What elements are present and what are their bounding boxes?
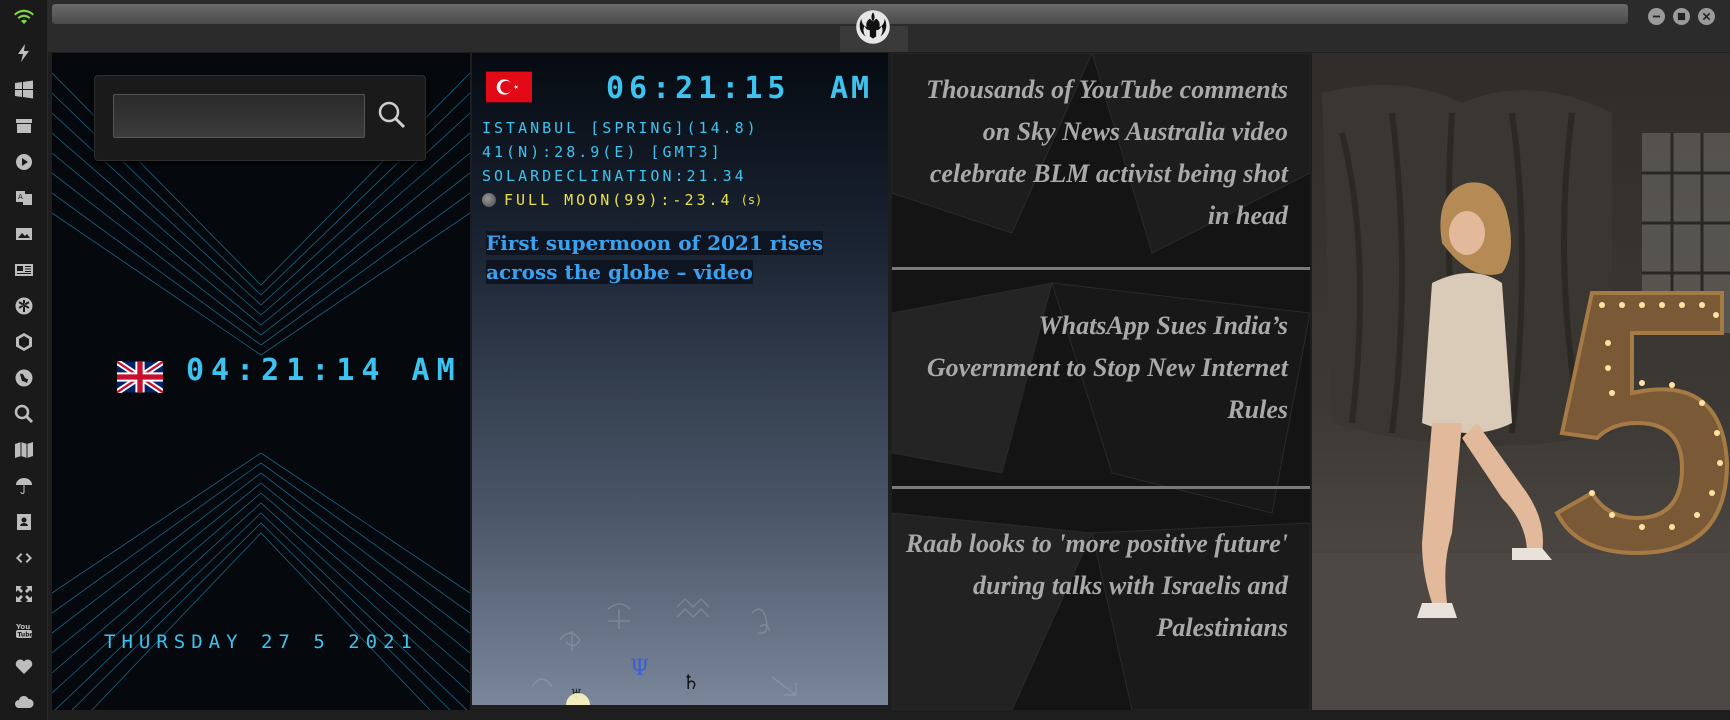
moon-phase-text: FULL MOON(99):-23.4 (504, 191, 733, 209)
photo-panel[interactable] (1312, 53, 1730, 710)
location-line: ISTANBUL [SPRING](14.8) (482, 119, 759, 137)
code-icon[interactable] (12, 546, 36, 570)
news-item-3[interactable]: Raab looks to 'more positive future' dur… (902, 523, 1288, 649)
news-panel: Thousands of YouTube comments on Sky New… (892, 53, 1310, 710)
youtube-icon[interactable]: You Tube (12, 618, 36, 642)
close-icon (1702, 12, 1711, 21)
close-button[interactable] (1698, 8, 1715, 25)
minimize-button[interactable] (1648, 8, 1665, 25)
moon-icon (482, 193, 496, 207)
moon-phase-line: FULL MOON(99):-23.4 (s) (482, 191, 762, 209)
uk-clock-panel: 04:21:14 AM THURSDAY 27 5 2021 (52, 53, 470, 710)
lightning-icon[interactable] (12, 41, 36, 65)
news-item-2[interactable]: WhatsApp Sues India’s Government to Stop… (902, 305, 1288, 431)
coordinates-line: 41(N):28.9(E) [GMT3] (482, 143, 723, 161)
uk-flag-icon (117, 361, 163, 393)
zodiac-arc-art: Ψ ♄ ♅ (531, 597, 797, 705)
uk-time: 04:21:14 AM (186, 353, 462, 388)
istanbul-clock-panel: 06:21:15 AM ISTANBUL [SPRING](14.8) 41(N… (472, 53, 888, 705)
istanbul-ampm: AM (830, 71, 873, 106)
svg-text:You: You (15, 623, 30, 631)
map-icon[interactable] (12, 438, 36, 462)
wifi-icon[interactable] (12, 6, 36, 30)
image-icon[interactable] (12, 222, 36, 246)
umbrella-icon[interactable] (12, 474, 36, 498)
heart-icon[interactable] (12, 654, 36, 678)
news-icon[interactable] (12, 258, 36, 282)
windows-icon[interactable] (12, 78, 36, 102)
translate-icon[interactable]: A (12, 186, 36, 210)
play-icon[interactable] (12, 150, 36, 174)
search-input[interactable] (113, 94, 365, 138)
hexagon-icon[interactable] (12, 330, 36, 354)
moon-headline-link[interactable]: First supermoon of 2021 rises across the… (486, 229, 856, 287)
news-divider (892, 486, 1310, 489)
moon-phase-suffix: (s) (740, 193, 763, 207)
contacts-icon[interactable] (12, 510, 36, 534)
desktop-widget-window: A You Tube 04:21:14 AM THURSDAY 27 5 202… (0, 0, 1730, 720)
neptune-symbol: Ψ (630, 656, 649, 681)
archive-icon[interactable] (12, 114, 36, 138)
maximize-icon (1677, 12, 1686, 21)
cloud-icon[interactable] (12, 690, 36, 714)
news-item-1[interactable]: Thousands of YouTube comments on Sky New… (902, 69, 1288, 237)
title-bar[interactable] (48, 0, 1730, 52)
expand-icon[interactable] (12, 582, 36, 606)
globe-icon[interactable] (12, 366, 36, 390)
solar-declination-line: SOLARDECLINATION:21.34 (482, 167, 747, 185)
title-drag-track[interactable] (52, 4, 1628, 24)
fashion-photo (1312, 85, 1730, 710)
search-icon[interactable] (12, 402, 36, 426)
minimize-icon (1652, 15, 1661, 18)
search-icon[interactable] (377, 100, 407, 130)
rebel-alliance-logo-icon[interactable] (852, 6, 894, 48)
asterisk-icon[interactable] (12, 294, 36, 318)
turkey-flag-icon (486, 71, 532, 103)
news-divider (892, 267, 1310, 270)
svg-text:A: A (18, 193, 23, 201)
date-label: THURSDAY 27 5 2021 (104, 631, 418, 653)
moon-headline-text[interactable]: First supermoon of 2021 rises across the… (486, 231, 824, 284)
search-box (94, 75, 426, 161)
saturn-symbol: ♄ (682, 670, 700, 694)
dock-sidebar: A You Tube (0, 0, 48, 720)
istanbul-time: 06:21:15 (606, 71, 791, 106)
maximize-button[interactable] (1673, 8, 1690, 25)
svg-text:Tube: Tube (18, 632, 34, 639)
